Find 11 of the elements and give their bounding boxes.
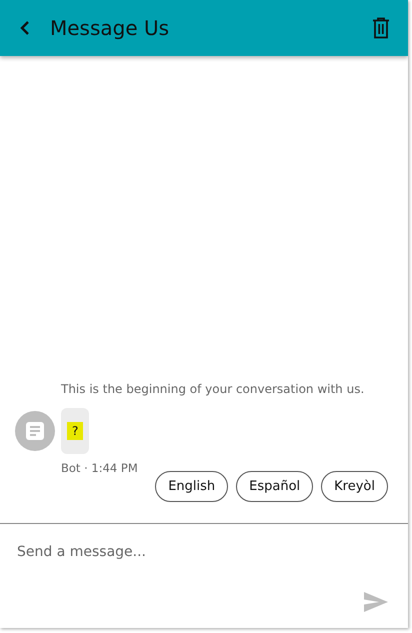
back-button[interactable] <box>18 21 32 35</box>
bot-avatar-icon <box>15 411 55 451</box>
quick-reply-button[interactable]: English <box>155 471 228 502</box>
window-title: Message Us <box>50 16 170 40</box>
quick-reply-button[interactable]: Español <box>236 471 314 502</box>
message-meta: Bot · 1:44 PM <box>61 461 139 475</box>
quick-reply-button[interactable]: Kreyòl <box>321 471 388 502</box>
conversation-start-note: This is the beginning of your conversation with us. <box>61 382 366 396</box>
delete-button[interactable] <box>372 17 390 39</box>
message-text: ? <box>67 422 84 440</box>
message-input[interactable]: Send a message... <box>17 540 377 564</box>
